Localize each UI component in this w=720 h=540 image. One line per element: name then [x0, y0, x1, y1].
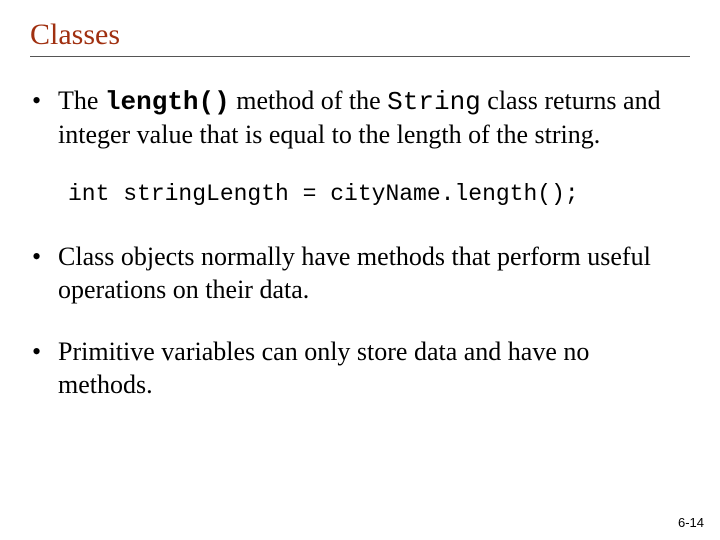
code-example: int stringLength = cityName.length(); [68, 181, 690, 207]
bullet-item-3: Primitive variables can only store data … [30, 336, 690, 401]
bullet-list: The length() method of the String class … [30, 85, 690, 151]
page-number: 6-14 [678, 515, 704, 530]
slide: Classes The length() method of the Strin… [0, 0, 720, 540]
bullet-item-1: The length() method of the String class … [30, 85, 690, 151]
text-fragment: method of the [230, 86, 387, 115]
text-fragment: The [58, 86, 105, 115]
bullet-list-2: Class objects normally have methods that… [30, 241, 690, 401]
bullet-item-2: Class objects normally have methods that… [30, 241, 690, 306]
code-string: String [387, 87, 481, 117]
code-length: length() [105, 87, 230, 117]
page-title: Classes [30, 18, 690, 52]
title-underline [30, 56, 690, 57]
